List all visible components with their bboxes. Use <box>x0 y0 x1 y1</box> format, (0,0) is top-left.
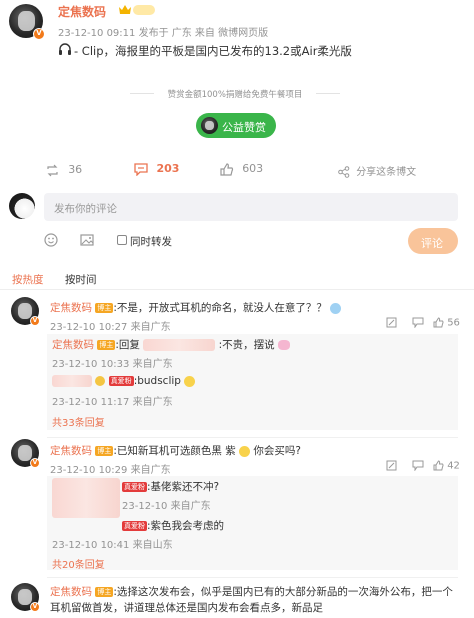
comment-count: 203 <box>156 162 180 175</box>
reply1-2-hidden-name <box>52 375 92 387</box>
tab-time[interactable]: 按时间 <box>65 272 97 287</box>
submit-comment-button[interactable]: 评论 <box>408 228 458 254</box>
comment2-like-icon <box>433 460 444 471</box>
comment2-divider <box>47 577 458 578</box>
reply1-1-meta: 23-12-10 10:33 来自广东 <box>52 359 173 370</box>
level-badge-icon <box>133 5 155 15</box>
reply1-2-badge: 真爱粉 <box>108 376 134 386</box>
repost-icon <box>47 164 58 176</box>
comment2-meta: 23-12-10 10:29 来自广东 <box>50 465 171 476</box>
comment-button[interactable]: 203 <box>134 162 194 178</box>
reply1-1-emoji-icon <box>277 340 290 350</box>
comment1-like-icon <box>433 317 444 328</box>
comment1-line: 定焦数码 博主:不是，开放式耳机的命名，就没人在意了？？ <box>50 300 342 315</box>
comment1-verified-icon: V <box>30 316 40 326</box>
my-avatar[interactable] <box>9 193 35 219</box>
emoji-icon[interactable] <box>44 233 58 250</box>
comment1-divider <box>47 437 458 438</box>
comment2-repost-icon[interactable] <box>386 460 397 474</box>
reply1-2-avatar-icon <box>95 376 106 386</box>
comment1-emoji-icon <box>330 302 342 314</box>
comment-icon <box>134 162 148 176</box>
reply1-2-text: :budsclip <box>133 375 181 387</box>
comment-input[interactable]: 发布你的评论 <box>44 193 458 221</box>
share-button[interactable]: 分享这条博文 <box>338 163 448 179</box>
reply2-2: 真爱粉:紫色我会考虑的 <box>122 518 224 533</box>
comment-placeholder: 发布你的评论 <box>54 203 117 215</box>
comment1-author[interactable]: 定焦数码 <box>50 302 92 314</box>
post-text: - Clip，海报里的平板是国内已发布的13.2或Air柔光版 <box>74 44 352 58</box>
comment3-line: 定焦数码 博主:选择这次发布会，似乎是国内已有的大部分新品的一次海外公布，把一个… <box>50 584 458 616</box>
comment1-more-replies[interactable]: 共33条回复 <box>52 414 105 429</box>
comment2-text2: 你会买吗? <box>253 445 301 457</box>
crown-badge-icon <box>118 4 132 15</box>
donate-label: 公益赞赏 <box>222 121 266 134</box>
comment1-reply-icon[interactable] <box>412 317 424 331</box>
reply2-1-meta: 23-12-10 来自广东 <box>122 501 211 512</box>
repost-button[interactable]: 36 <box>46 163 106 179</box>
comment2-like[interactable]: 42 <box>433 460 460 472</box>
reply2-2-meta: 23-12-10 10:41 来自山东 <box>52 540 173 551</box>
thumbs-up-icon <box>220 162 234 176</box>
divider-left <box>130 93 154 94</box>
tab-hot[interactable]: 按热度 <box>12 272 44 287</box>
comment1-tag: 博主 <box>95 303 114 313</box>
reply2-2-text: :紫色我会考虑的 <box>147 520 225 532</box>
comment1-repost-icon[interactable] <box>386 317 397 331</box>
post-meta: 23-12-10 09:11 发布于 广东 来自 微博网页版 <box>58 28 269 39</box>
reply1-1: 定焦数码 博主:回复 :不贵，摆说 <box>52 337 290 352</box>
comment2-more-replies[interactable]: 共20条回复 <box>52 556 105 571</box>
comment1-text: :不是，开放式耳机的命名，就没人在意了？？ <box>113 302 327 314</box>
comment2-tag: 博主 <box>95 446 114 456</box>
share-label: 分享这条博文 <box>356 167 417 178</box>
donate-avatar-icon <box>201 117 218 134</box>
reply2-2-badge: 真爱粉 <box>122 521 147 531</box>
reply1-1-hidden-name <box>143 339 216 351</box>
share-icon <box>338 166 350 178</box>
reply2-1-text: :基佬紫还不冲? <box>147 481 220 493</box>
comment2-emoji-icon <box>239 445 251 457</box>
comment2-text: :已知新耳机可选颜色黑 紫 <box>113 445 236 457</box>
reply1-1-author[interactable]: 定焦数码 <box>52 339 94 351</box>
comment2-verified-icon: V <box>30 458 40 468</box>
comment1-meta: 23-12-10 10:27 来自广东 <box>50 322 171 333</box>
verified-badge-icon: V <box>33 28 45 40</box>
comment1-like-count: 56 <box>447 317 460 329</box>
comment3-tag: 博主 <box>95 587 114 597</box>
reply2-1-hidden-name <box>52 478 120 518</box>
comment2-like-count: 42 <box>447 460 460 472</box>
reply1-1-prefix: :回复 <box>115 339 140 351</box>
image-icon[interactable] <box>80 233 94 250</box>
like-count: 603 <box>242 162 264 175</box>
repost-count: 36 <box>68 163 83 176</box>
reply1-2-emoji-icon <box>184 375 196 387</box>
donation-note: 赞赏金额100%捐赠给免费午餐项目 <box>167 90 303 100</box>
divider-right <box>316 93 340 94</box>
headphones-icon <box>58 43 72 59</box>
donate-button[interactable]: 公益赞赏 <box>196 113 276 138</box>
reply1-2: 真爱粉:budsclip <box>52 375 196 387</box>
reply2-1-badge: 真爱粉 <box>122 482 147 492</box>
comment3-author[interactable]: 定焦数码 <box>50 586 92 598</box>
reply1-1-tag: 博主 <box>97 340 116 350</box>
comment3-verified-icon: V <box>30 602 40 612</box>
submit-label: 评论 <box>421 237 443 250</box>
repost-checkbox[interactable] <box>117 235 127 245</box>
comment2-line: 定焦数码 博主:已知新耳机可选颜色黑 紫 你会买吗? <box>50 443 301 458</box>
comment1-like[interactable]: 56 <box>433 317 460 329</box>
post-author-name[interactable]: 定焦数码 <box>58 3 106 20</box>
comment2-author[interactable]: 定焦数码 <box>50 445 92 457</box>
reply2-1: 真爱粉:基佬紫还不冲? <box>122 479 219 494</box>
reply1-2-meta: 23-12-10 11:17 来自广东 <box>52 397 173 408</box>
reply1-1-text: :不贵，摆说 <box>218 339 275 351</box>
repost-checkbox-label[interactable]: 同时转发 <box>130 234 172 249</box>
like-button[interactable]: 603 <box>220 162 280 178</box>
comment2-reply-icon[interactable] <box>412 460 424 474</box>
tabs-divider <box>0 289 474 290</box>
